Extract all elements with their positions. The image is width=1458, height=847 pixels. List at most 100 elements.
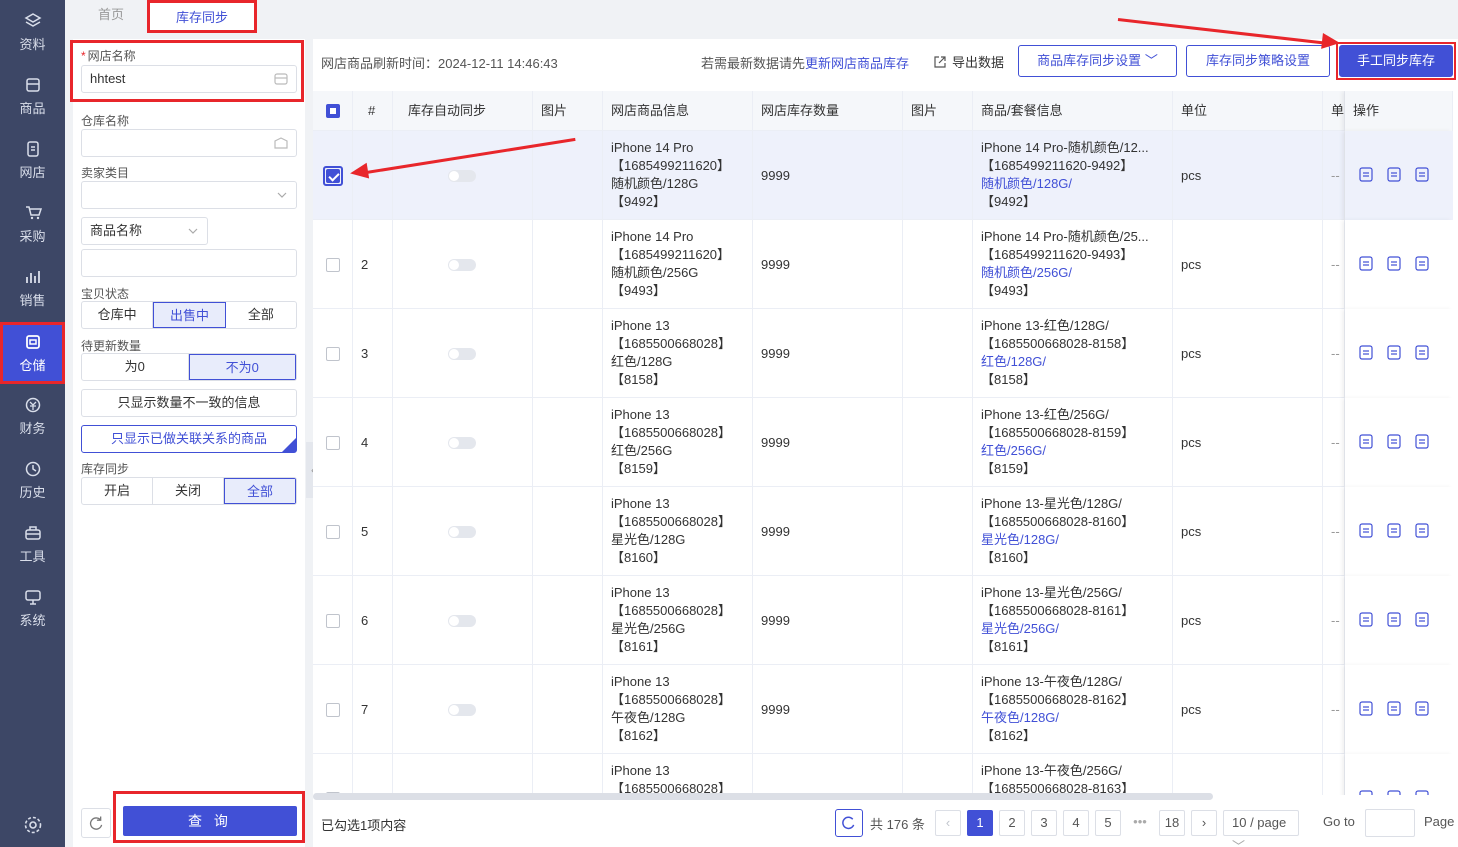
table-row[interactable]: 4 iPhone 13 【1685500668028】 红色/256G 【8159】 99… [313, 398, 1453, 487]
nav-item-1[interactable]: 商品 [0, 64, 65, 128]
edit-icon[interactable] [1387, 433, 1401, 452]
page-size-select[interactable]: 10 / page ﹀ [1223, 810, 1299, 847]
reset-button[interactable] [81, 808, 111, 838]
goods-spec-link[interactable]: 午夜色/128G/ [981, 709, 1172, 727]
view-icon[interactable] [1359, 789, 1373, 795]
table-row[interactable]: iPhone 14 Pro 【1685499211620】 随机颜色/128G 【94… [313, 131, 1453, 220]
view-icon[interactable] [1359, 344, 1373, 363]
log-icon[interactable] [1415, 522, 1429, 541]
edit-icon[interactable] [1387, 611, 1401, 630]
prev-page-button[interactable]: ‹ [935, 810, 961, 836]
log-icon[interactable] [1415, 344, 1429, 363]
sync-option-1[interactable]: 关闭 [153, 478, 224, 504]
select-all-checkbox[interactable] [326, 104, 340, 118]
table-row[interactable]: iPhone 13 【1685500668028】 iPhone 13-午夜色/25… [313, 754, 1453, 795]
strategy-settings-button[interactable]: 库存同步策略设置 [1186, 45, 1330, 77]
status-option-2[interactable]: 全部 [226, 302, 296, 328]
nav-item-9[interactable]: 系统 [0, 576, 65, 640]
goods-spec-link[interactable]: 星光色/256G/ [981, 620, 1172, 638]
row-checkbox[interactable] [326, 168, 340, 183]
table-row[interactable]: 2 iPhone 14 Pro 【1685499211620】 随机颜色/256G 【9… [313, 220, 1453, 309]
edit-icon[interactable] [1387, 700, 1401, 719]
horizontal-scrollbar[interactable] [313, 793, 1213, 800]
goods-spec-link[interactable]: 随机颜色/128G/ [981, 175, 1172, 193]
status-option-1[interactable]: 出售中 [153, 302, 226, 328]
sync-option-0[interactable]: 开启 [82, 478, 153, 504]
goods-spec-link[interactable]: 红色/256G/ [981, 442, 1172, 460]
page-button[interactable]: 18 [1159, 810, 1185, 836]
only-mismatch-button[interactable]: 只显示数量不一致的信息 [81, 389, 297, 417]
log-icon[interactable] [1415, 611, 1429, 630]
auto-sync-toggle[interactable] [448, 614, 476, 627]
auto-sync-toggle[interactable] [448, 169, 476, 182]
edit-icon[interactable] [1387, 789, 1401, 795]
view-icon[interactable] [1359, 611, 1373, 630]
page-button[interactable]: 3 [1031, 810, 1057, 836]
auto-sync-toggle[interactable] [448, 525, 476, 538]
table-row[interactable]: 5 iPhone 13 【1685500668028】 星光色/128G 【8160】 9… [313, 487, 1453, 576]
gear-icon[interactable] [22, 814, 44, 836]
page-button[interactable]: 4 [1063, 810, 1089, 836]
row-checkbox[interactable] [326, 435, 340, 450]
row-checkbox[interactable] [326, 524, 340, 539]
auto-sync-toggle[interactable] [448, 347, 476, 360]
manual-sync-button[interactable]: 手工同步库存 [1339, 45, 1453, 77]
auto-sync-toggle[interactable] [448, 258, 476, 271]
page-button[interactable]: 5 [1095, 810, 1121, 836]
only-linked-button[interactable]: 只显示已做关联关系的商品 [81, 425, 297, 453]
table-row[interactable]: 6 iPhone 13 【1685500668028】 星光色/256G 【8161】 9… [313, 576, 1453, 665]
view-icon[interactable] [1359, 522, 1373, 541]
export-button[interactable]: 导出数据 [933, 52, 1004, 71]
pending-option-0[interactable]: 为0 [82, 354, 189, 380]
nav-item-3[interactable]: 采购 [0, 192, 65, 256]
stock-sync-settings-button[interactable]: 商品库存同步设置 ﹀ [1018, 45, 1177, 77]
edit-icon[interactable] [1387, 166, 1401, 185]
page-ellipsis[interactable]: ••• [1127, 810, 1153, 836]
log-icon[interactable] [1415, 700, 1429, 719]
status-option-0[interactable]: 仓库中 [82, 302, 154, 328]
row-checkbox[interactable] [326, 613, 340, 628]
log-icon[interactable] [1415, 433, 1429, 452]
auto-sync-toggle[interactable] [448, 703, 476, 716]
seller-category-select[interactable] [81, 181, 297, 209]
reload-button[interactable] [835, 809, 863, 837]
nav-item-5[interactable]: 仓储 [0, 322, 65, 384]
log-icon[interactable] [1415, 255, 1429, 274]
table-row[interactable]: 7 iPhone 13 【1685500668028】 午夜色/128G 【8162】 9… [313, 665, 1453, 754]
pending-option-1[interactable]: 不为0 [188, 354, 296, 380]
page-button[interactable]: 1 [967, 810, 993, 836]
row-checkbox[interactable] [326, 702, 340, 717]
query-button[interactable]: 查 询 [123, 806, 297, 836]
goto-page-input[interactable] [1365, 809, 1415, 837]
view-icon[interactable] [1359, 255, 1373, 274]
nav-item-0[interactable]: 资料 [0, 0, 65, 64]
nav-item-2[interactable]: 网店 [0, 128, 65, 192]
product-field-select[interactable]: 商品名称 [81, 217, 208, 245]
nav-item-7[interactable]: 历史 [0, 448, 65, 512]
sync-option-2[interactable]: 全部 [224, 478, 296, 504]
view-icon[interactable] [1359, 433, 1373, 452]
view-icon[interactable] [1359, 166, 1373, 185]
update-shop-stock-link[interactable]: 更新网店商品库存 [805, 56, 909, 71]
row-checkbox[interactable] [326, 346, 340, 361]
warehouse-input[interactable] [81, 129, 297, 157]
goods-spec-link[interactable]: 随机颜色/256G/ [981, 264, 1172, 282]
goods-spec-link[interactable]: 红色/128G/ [981, 353, 1172, 371]
product-field-input[interactable] [81, 249, 297, 277]
view-icon[interactable] [1359, 700, 1373, 719]
page-button[interactable]: 2 [999, 810, 1025, 836]
nav-item-4[interactable]: 销售 [0, 256, 65, 320]
goods-spec-link[interactable]: 星光色/128G/ [981, 531, 1172, 549]
shop-name-input[interactable]: hhtest [81, 65, 297, 93]
log-icon[interactable] [1415, 789, 1429, 795]
edit-icon[interactable] [1387, 522, 1401, 541]
tab-inventory-sync[interactable]: 库存同步 [147, 0, 257, 33]
next-page-button[interactable]: › [1191, 810, 1217, 836]
edit-icon[interactable] [1387, 344, 1401, 363]
log-icon[interactable] [1415, 166, 1429, 185]
table-row[interactable]: 3 iPhone 13 【1685500668028】 红色/128G 【8158】 99… [313, 309, 1453, 398]
auto-sync-toggle[interactable] [448, 436, 476, 449]
nav-item-8[interactable]: 工具 [0, 512, 65, 576]
edit-icon[interactable] [1387, 255, 1401, 274]
row-checkbox[interactable] [326, 257, 340, 272]
